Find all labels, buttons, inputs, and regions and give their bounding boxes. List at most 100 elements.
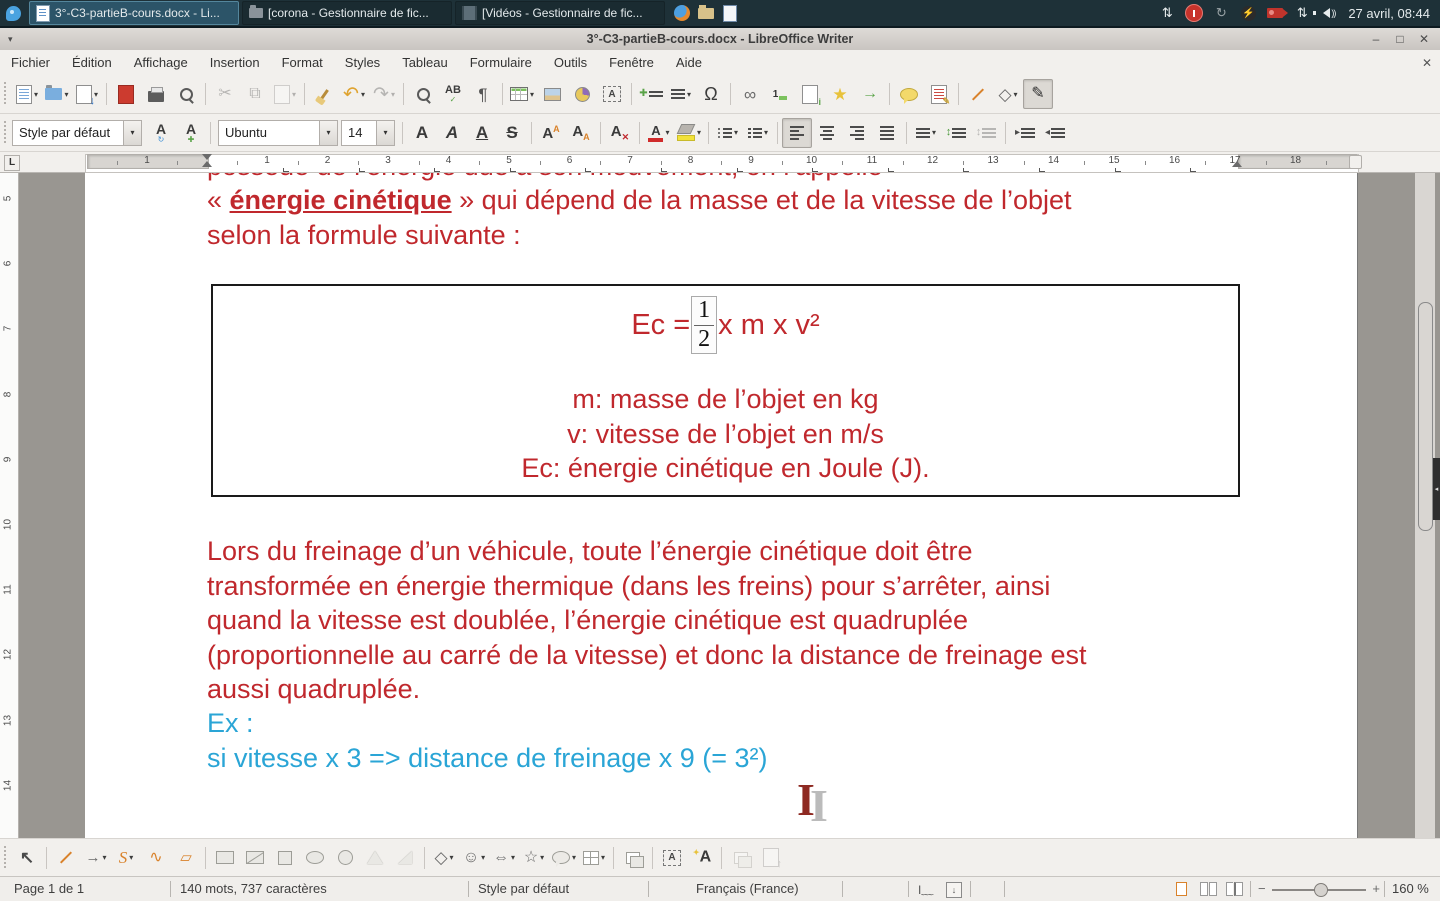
rectangle-unfilled-button[interactable] [240,843,270,873]
superscript-button[interactable]: AA [536,118,566,148]
firefox-launcher[interactable] [673,4,691,22]
chevron-down-icon[interactable]: ▾ [376,120,394,145]
insert-comment-button[interactable] [894,79,924,109]
documents-launcher[interactable] [721,4,739,22]
menu-tableau[interactable]: Tableau [391,50,459,75]
insert-frame-button[interactable] [618,843,648,873]
formatting-marks-button[interactable]: ¶ [468,79,498,109]
insert-table-button[interactable]: ▾ [507,79,537,109]
align-center-button[interactable] [812,118,842,148]
taskbar-task-videos[interactable]: [Vidéos - Gestionnaire de fic... [455,1,665,25]
taskbar-task-writer[interactable]: 3°-C3-partieB-cours.docx - Li... [29,1,239,25]
right-indent-marker[interactable] [1232,161,1242,167]
insert-hyperlink-button[interactable]: ∞ [735,79,765,109]
polygon-tool-button[interactable]: ▱ [171,843,201,873]
applications-menu-button[interactable] [0,1,26,25]
bullet-list-button[interactable]: ▾ [713,118,743,148]
insert-textbox-tool-button[interactable]: A [657,843,687,873]
zoom-level[interactable]: 160 % [1392,881,1429,896]
menu-styles[interactable]: Styles [334,50,391,75]
callout-shapes-button[interactable]: ▾ [549,843,579,873]
print-preview-button[interactable] [171,79,201,109]
scrollbar-thumb[interactable] [1418,302,1433,531]
left-indent-marker[interactable] [202,161,212,167]
square-tool-button[interactable] [270,843,300,873]
basic-shapes-button[interactable]: ◇ ▾ [429,843,459,873]
insert-image-button[interactable] [537,79,567,109]
select-tool-button[interactable]: ↖ [12,843,42,873]
close-document-button[interactable]: ✕ [1422,56,1432,70]
tab-stop-selector[interactable]: L [4,155,20,171]
highlight-color-button[interactable]: ▾ [674,118,704,148]
menu-fenetre[interactable]: Fenêtre [598,50,665,75]
increase-indent-button[interactable]: ▸ [1010,118,1040,148]
power-button-icon[interactable] [1185,4,1204,22]
book-view-button[interactable] [1226,882,1243,896]
toolbar-drag-handle[interactable] [2,845,9,870]
undo-button[interactable]: ↶ ▾ [339,79,369,109]
save-button[interactable]: ↓ ▾ [72,79,102,109]
ruler-band[interactable] [85,154,1359,173]
clear-formatting-button[interactable]: A✕ [605,118,635,148]
rectangle-tool-button[interactable] [210,843,240,873]
freeform-line-button[interactable]: ∿ [141,843,171,873]
open-button[interactable]: ▾ [42,79,72,109]
toolbar-drag-handle[interactable] [2,82,9,106]
new-document-button[interactable]: ▾ [12,79,42,109]
formula-frame[interactable]: Ec = 12x m x v² m: masse de l’objet en k… [211,284,1240,498]
insert-page-break-button[interactable]: ✚ [636,79,666,109]
menu-aide[interactable]: Aide [665,50,713,75]
font-name-combobox[interactable]: Ubuntu ▾ [218,119,338,146]
menu-formulaire[interactable]: Formulaire [459,50,543,75]
power-manager-icon[interactable]: ⚡ [1239,4,1257,22]
maximize-button[interactable]: □ [1392,32,1408,46]
menu-format[interactable]: Format [271,50,334,75]
justify-button[interactable] [872,118,902,148]
page-style[interactable]: Style par défaut [478,881,569,896]
word-count[interactable]: 140 mots, 737 caractères [180,881,327,896]
document-modified-indicator[interactable]: ↓ [946,882,962,898]
horizontal-ruler[interactable]: L 1 2 3 4 5 6 7 8 9 10 11 12 13 14 15 16 17 18 1 [0,152,1440,173]
insert-endnote-button[interactable]: i [795,79,825,109]
numbered-list-button[interactable]: ▾ [743,118,773,148]
insert-chart-button[interactable] [567,79,597,109]
document-page[interactable]: possède de l’énergie due à son mouvement… [85,173,1358,838]
clock[interactable]: 27 avril, 08:44 [1348,6,1430,21]
vertical-ruler[interactable]: 5 6 7 8 9 10 11 12 13 14 [0,173,19,838]
underline-button[interactable]: A [467,118,497,148]
track-changes-button[interactable]: ✎ [924,79,954,109]
isosceles-triangle-button[interactable] [360,843,390,873]
bold-button[interactable]: A [407,118,437,148]
subscript-button[interactable]: AA [566,118,596,148]
update-style-button[interactable]: A ↻ [146,118,176,148]
symbol-shapes-button[interactable]: ☺ ▾ [459,843,489,873]
ellipse-tool-button[interactable] [300,843,330,873]
line-spacing-button[interactable]: ▾ [911,118,941,148]
spelling-button[interactable]: AB ✓ [438,79,468,109]
strikethrough-button[interactable]: S [497,118,527,148]
right-triangle-button[interactable] [390,843,420,873]
chevron-down-icon[interactable]: ▾ [319,120,337,145]
toolbar-drag-handle[interactable] [2,120,9,145]
network-traffic-icon[interactable]: ⇅ [1158,4,1176,22]
insert-textbox-button[interactable]: A [597,79,627,109]
text-language[interactable]: Français (France) [696,881,799,896]
paragraph-style-combobox[interactable]: Style par défaut ▾ [12,119,142,146]
curve-tool-button[interactable]: S ▾ [111,843,141,873]
increase-paragraph-spacing-button[interactable]: ↕ [941,118,971,148]
clone-formatting-button[interactable] [309,79,339,109]
align-left-button[interactable] [782,117,812,148]
insert-line-tool-button[interactable] [51,843,81,873]
menu-outils[interactable]: Outils [543,50,598,75]
special-character-button[interactable]: Ω [696,79,726,109]
cross-reference-button[interactable]: → [855,79,885,109]
chevron-down-icon[interactable]: ▾ [123,120,141,145]
zoom-knob[interactable] [1314,883,1328,897]
single-page-view-button[interactable] [1176,882,1187,899]
stars-banners-button[interactable]: ☆ ▾ [519,843,549,873]
show-draw-functions-button[interactable]: ✎ [1023,79,1053,109]
find-replace-button[interactable] [408,79,438,109]
zoom-in-icon[interactable]: + [1372,881,1380,896]
insert-line-button[interactable] [963,79,993,109]
flowchart-shapes-button[interactable]: ▾ [579,843,609,873]
